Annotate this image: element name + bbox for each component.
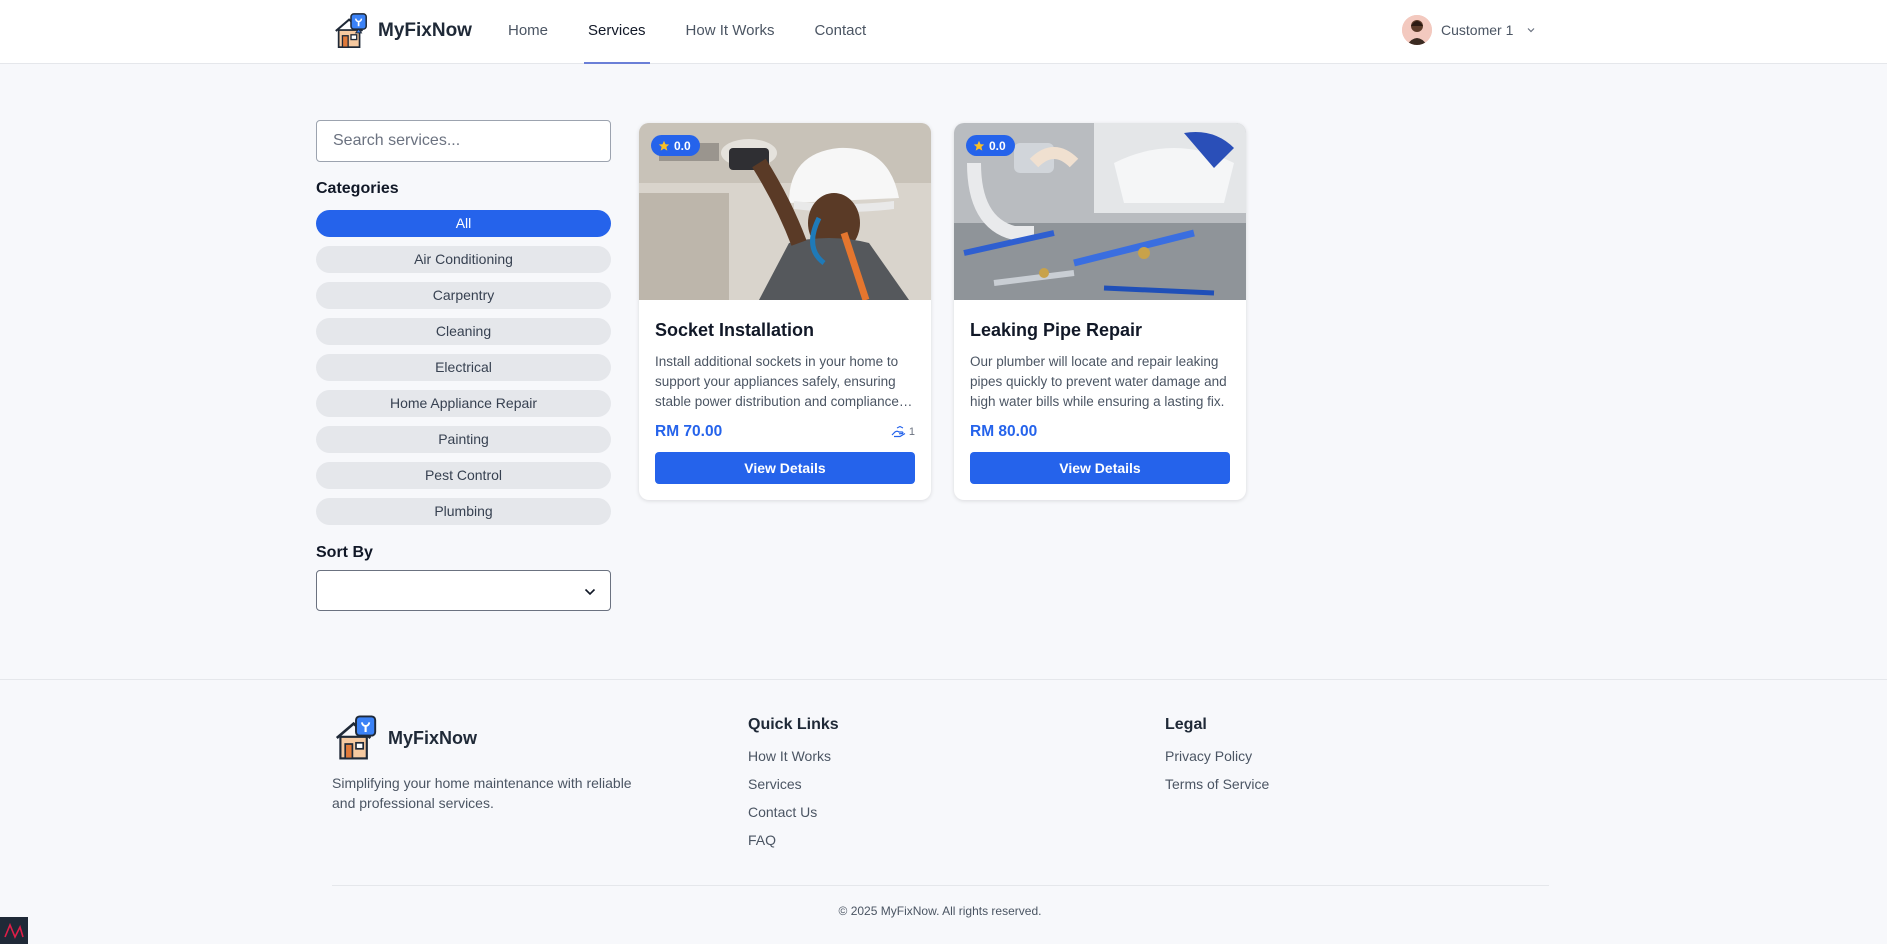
bookings-count: 1 (891, 425, 915, 438)
category-cleaning[interactable]: Cleaning (316, 318, 611, 345)
rating-badge: 0.0 (651, 135, 700, 156)
quick-links-heading: Quick Links (748, 716, 839, 733)
service-price: RM 80.00 (970, 423, 1038, 440)
star-icon (658, 140, 670, 151)
footer-quick-links: Quick Links How It Works Services Contac… (748, 716, 839, 860)
legal-heading: Legal (1165, 716, 1207, 733)
category-pest-control[interactable]: Pest Control (316, 462, 611, 489)
footer-tagline: Simplifying your home maintenance with r… (332, 775, 632, 811)
footer-link-contact-us[interactable]: Contact Us (748, 804, 839, 822)
search-input[interactable] (316, 120, 611, 162)
view-details-button[interactable]: View Details (970, 452, 1230, 484)
copyright: © 2025 MyFixNow. All rights reserved. (838, 904, 1042, 918)
service-description: Install additional sockets in your home … (655, 354, 899, 409)
service-title: Leaking Pipe Repair (970, 320, 1143, 340)
category-home-appliance-repair[interactable]: Home Appliance Repair (316, 390, 611, 417)
view-details-button[interactable]: View Details (655, 452, 915, 484)
category-list: All Air Conditioning Carpentry Cleaning … (316, 210, 611, 534)
brand-name: MyFixNow (378, 20, 472, 41)
user-name: Customer 1 (1441, 22, 1514, 38)
service-title: Socket Installation (655, 320, 815, 340)
bookings-value: 1 (908, 425, 915, 438)
footer-link-faq[interactable]: FAQ (748, 832, 839, 850)
sort-heading: Sort By (316, 544, 373, 561)
footer: MyFixNow Simplifying your home maintenan… (0, 679, 1887, 944)
category-all[interactable]: All (316, 210, 611, 237)
nav-services[interactable]: Services (584, 0, 650, 64)
user-menu[interactable]: Customer 1 (1402, 15, 1536, 45)
footer-link-services[interactable]: Services (748, 776, 839, 794)
hand-booking-icon (891, 425, 906, 438)
footer-legal: Legal Privacy Policy Terms of Service (1165, 716, 1269, 804)
service-description: Our plumber will locate and repair leaki… (970, 354, 1227, 409)
service-card: 0.0 Socket Installation Install addition… (639, 123, 931, 500)
nav-contact[interactable]: Contact (814, 0, 866, 64)
rating-value: 0.0 (674, 138, 691, 153)
rating-badge: 0.0 (966, 135, 1015, 156)
category-air-conditioning[interactable]: Air Conditioning (316, 246, 611, 273)
category-plumbing[interactable]: Plumbing (316, 498, 611, 525)
footer-link-terms-of-service[interactable]: Terms of Service (1165, 776, 1269, 794)
category-electrical[interactable]: Electrical (316, 354, 611, 381)
footer-link-how-it-works[interactable]: How It Works (748, 748, 839, 766)
nav-home[interactable]: Home (508, 0, 548, 64)
house-tools-logo-icon (335, 13, 367, 49)
framework-logo-icon (4, 922, 24, 939)
chevron-down-icon (1527, 28, 1535, 33)
service-card: 0.0 Leaking Pipe Repair Our plumber will… (954, 123, 1246, 500)
debug-toolbar-icon[interactable] (0, 917, 28, 944)
sort-select[interactable] (316, 570, 611, 611)
footer-brand[interactable]: MyFixNow (332, 714, 477, 762)
footer-link-privacy-policy[interactable]: Privacy Policy (1165, 748, 1269, 766)
chevron-down-icon (584, 588, 596, 596)
footer-brand-name: MyFixNow (388, 727, 478, 748)
house-tools-logo-icon (335, 715, 377, 760)
service-price: RM 70.00 (655, 423, 723, 440)
brand-link[interactable]: MyFixNow (332, 12, 472, 50)
categories-heading: Categories (316, 180, 399, 197)
nav-how-it-works[interactable]: How It Works (686, 0, 775, 64)
rating-value: 0.0 (989, 138, 1006, 153)
footer-divider (332, 885, 1549, 886)
avatar (1402, 15, 1432, 45)
category-carpentry[interactable]: Carpentry (316, 282, 611, 309)
star-icon (973, 140, 985, 151)
top-navbar: MyFixNow Home Services How It Works Cont… (0, 0, 1887, 64)
main-nav: Home Services How It Works Contact (508, 0, 906, 64)
category-painting[interactable]: Painting (316, 426, 611, 453)
